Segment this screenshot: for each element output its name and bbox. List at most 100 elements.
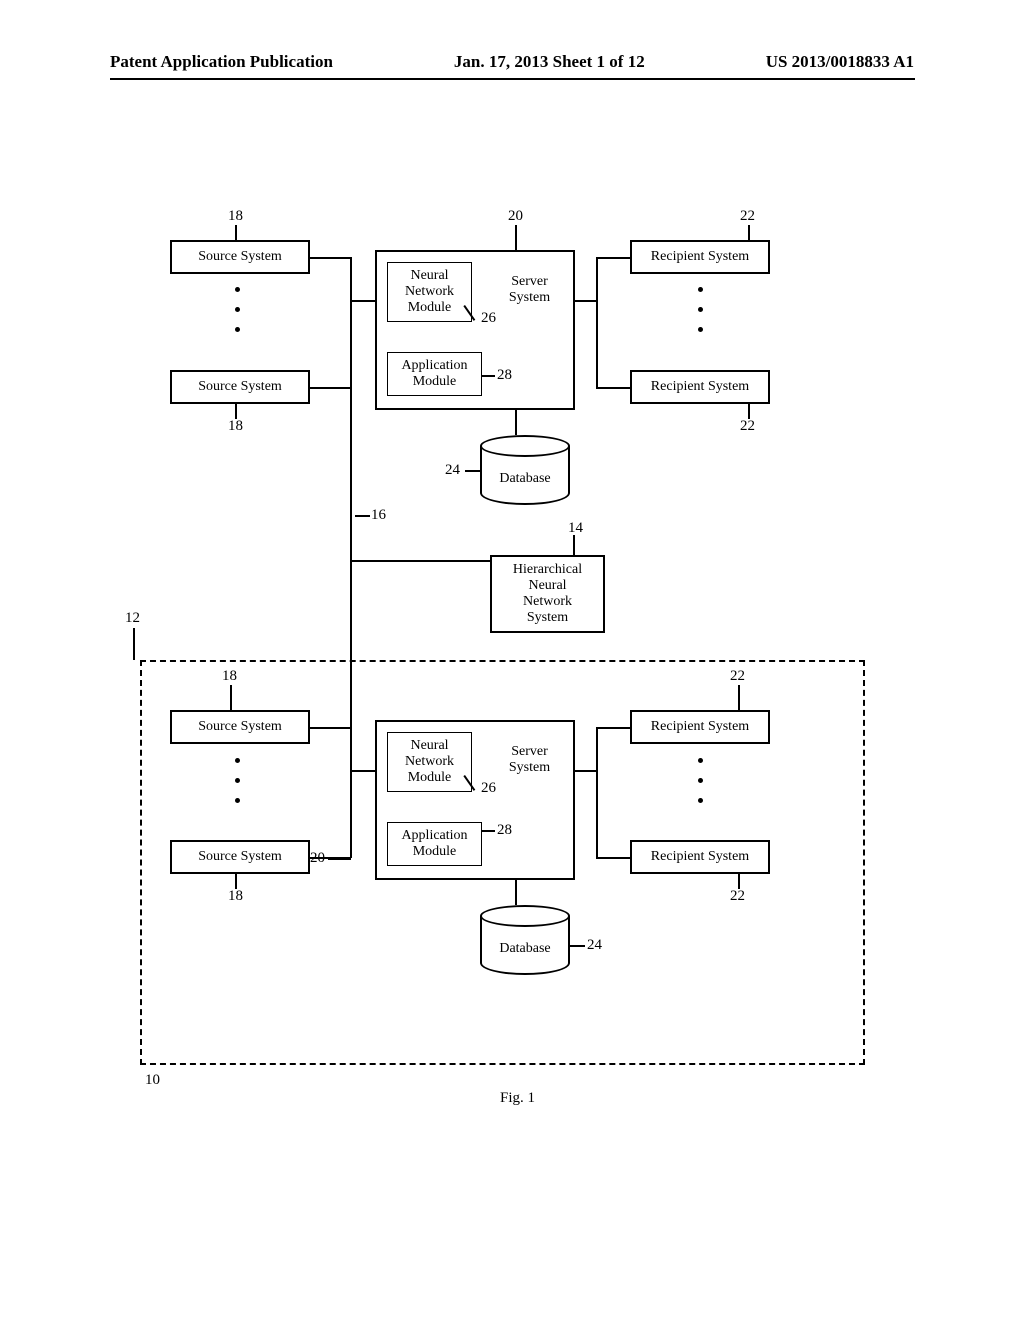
recipient-system-box: Recipient System <box>630 840 770 874</box>
box-label: Application Module <box>401 828 467 860</box>
ref-12: 12 <box>125 610 140 627</box>
box-label: Recipient System <box>651 849 749 865</box>
connector-line <box>350 300 375 302</box>
ref-26: 26 <box>481 310 496 327</box>
connector-line <box>596 727 630 729</box>
vdots-icon <box>235 327 240 332</box>
box-label: Source System <box>198 379 282 395</box>
recipient-system-box: Recipient System <box>630 710 770 744</box>
database-icon: Database <box>480 905 570 975</box>
ref-22: 22 <box>740 418 755 435</box>
vdots-icon <box>698 307 703 312</box>
connector-line <box>350 560 490 562</box>
bus-line <box>596 727 598 858</box>
leader-line <box>570 945 585 947</box>
hierarchical-system-box: Hierarchical Neural Network System <box>490 555 605 633</box>
bus-line <box>596 257 598 388</box>
ref-24: 24 <box>587 937 602 954</box>
connector-line <box>350 770 375 772</box>
ref-28: 28 <box>497 822 512 839</box>
box-label: Neural Network Module <box>405 268 454 316</box>
vdots-icon <box>235 758 240 763</box>
box-label: Neural Network Module <box>405 738 454 786</box>
vdots-icon <box>698 798 703 803</box>
leader-line <box>355 515 370 517</box>
connector-line <box>515 880 517 905</box>
ref-26: 26 <box>481 780 496 797</box>
source-system-box: Source System <box>170 710 310 744</box>
neural-network-module-box: Neural Network Module <box>387 262 472 322</box>
vdots-icon <box>235 778 240 783</box>
leader-line <box>573 535 575 555</box>
server-system-label: Server System <box>492 744 567 776</box>
vdots-icon <box>235 287 240 292</box>
server-label-text: Server System <box>492 744 567 776</box>
connector-line <box>575 300 596 302</box>
vdots-icon <box>235 798 240 803</box>
connector-line <box>310 727 350 729</box>
box-label: Hierarchical Neural Network System <box>513 562 582 626</box>
figure-caption: Fig. 1 <box>500 1090 535 1107</box>
box-label: Recipient System <box>651 379 749 395</box>
header-center: Jan. 17, 2013 Sheet 1 of 12 <box>454 52 645 72</box>
leader-line <box>515 225 517 250</box>
connector-line <box>310 387 350 389</box>
leader-line <box>738 685 740 710</box>
connector-line <box>310 257 350 259</box>
ref-18: 18 <box>228 888 243 905</box>
leader-line <box>235 874 237 889</box>
ref-14: 14 <box>568 520 583 537</box>
box-label: Source System <box>198 249 282 265</box>
leader-line <box>748 225 750 240</box>
box-label: Recipient System <box>651 249 749 265</box>
leader-line <box>738 874 740 889</box>
leader-line <box>482 375 495 377</box>
database-label: Database <box>480 941 570 957</box>
database-icon: Database <box>480 435 570 505</box>
ref-18: 18 <box>228 208 243 225</box>
ref-18: 18 <box>222 668 237 685</box>
neural-network-module-box: Neural Network Module <box>387 732 472 792</box>
vdots-icon <box>698 327 703 332</box>
leader-line <box>748 404 750 419</box>
ref-22: 22 <box>730 668 745 685</box>
header-rule <box>110 78 915 80</box>
leader-line <box>235 404 237 419</box>
connector-line <box>515 410 517 435</box>
header-left: Patent Application Publication <box>110 52 333 72</box>
leader-line <box>328 858 351 860</box>
database-label: Database <box>480 471 570 487</box>
vdots-icon <box>698 758 703 763</box>
leader-line <box>482 830 495 832</box>
application-module-box: Application Module <box>387 822 482 866</box>
connector-line <box>596 387 630 389</box>
bus-line <box>350 562 352 690</box>
ref-10: 10 <box>145 1072 160 1089</box>
server-system-box: Neural Network Module Server System Appl… <box>375 720 575 880</box>
header-right: US 2013/0018833 A1 <box>766 52 914 72</box>
figure-1: Source System 18 Source System 18 Recipi… <box>150 210 890 1105</box>
connector-line <box>575 770 596 772</box>
source-system-box: Source System <box>170 840 310 874</box>
vdots-icon <box>698 778 703 783</box>
ref-20: 20 <box>310 850 325 867</box>
ref-16: 16 <box>371 507 386 524</box>
box-label: Source System <box>198 719 282 735</box>
server-label-text: Server System <box>492 274 567 306</box>
source-system-box: Source System <box>170 240 310 274</box>
ref-22: 22 <box>740 208 755 225</box>
vdots-icon <box>235 307 240 312</box>
bus-line <box>350 257 352 562</box>
vdots-icon <box>698 287 703 292</box>
leader-line <box>230 685 232 710</box>
bus-line <box>350 690 352 858</box>
recipient-system-box: Recipient System <box>630 240 770 274</box>
connector-line <box>596 857 630 859</box>
leader-line <box>235 225 237 240</box>
ref-24: 24 <box>445 462 460 479</box>
application-module-box: Application Module <box>387 352 482 396</box>
ref-22: 22 <box>730 888 745 905</box>
connector-line <box>596 257 630 259</box>
ref-28: 28 <box>497 367 512 384</box>
server-system-label: Server System <box>492 274 567 306</box>
